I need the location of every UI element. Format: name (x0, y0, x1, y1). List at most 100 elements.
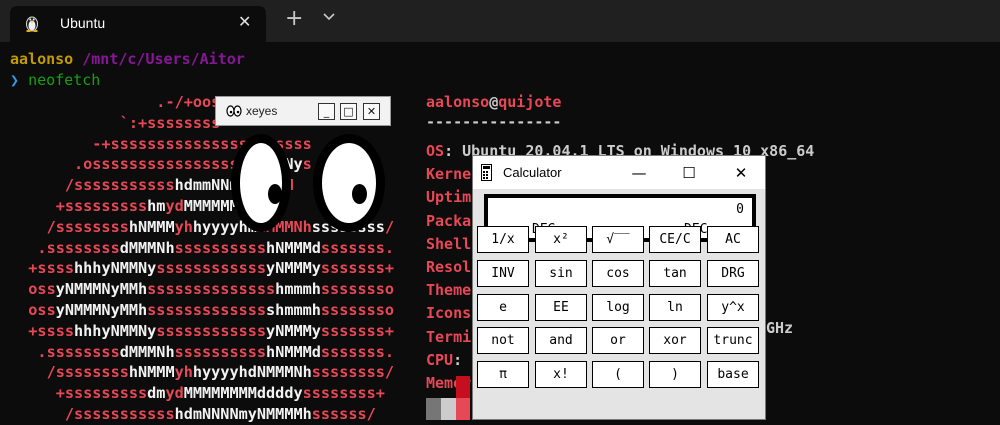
calc-key[interactable]: √‾‾ (592, 226, 644, 253)
calc-key[interactable]: π (477, 361, 529, 388)
calc-key[interactable]: and (535, 327, 587, 354)
logo-segment: ssssssssssssss (147, 280, 276, 299)
calc-key[interactable]: INV (477, 260, 529, 287)
calculator-close-button[interactable]: ✕ (721, 160, 761, 186)
logo-line: +sssshhhyNMMNyssssssssssssyNMMMysssssss+ (10, 322, 394, 340)
logo-segment: ssssssssssss (156, 259, 267, 278)
display-value: 0 (736, 202, 744, 217)
calc-key[interactable]: log (592, 294, 644, 321)
info-key: Kerne (426, 165, 472, 184)
logo-segment: yNMMMNyMMh (55, 300, 148, 319)
calculator-body: 0 DEG DEC 1/xx²√‾‾CE/CACINVsincostanDRGe… (473, 189, 765, 419)
terminal-command-line: ❯ neofetch (10, 71, 100, 89)
calculator-minimize-button[interactable]: — (619, 160, 659, 186)
logo-segment: yd (165, 196, 184, 215)
tab-ubuntu[interactable]: Ubuntu ✕ (10, 6, 266, 42)
logo-segment: ssssssso (320, 300, 395, 319)
logo-segment: hhhyNMMNy (74, 259, 157, 278)
tab-close-icon[interactable]: ✕ (238, 12, 251, 31)
info-key: Termi (426, 327, 472, 346)
logo-segment: ssssssso (320, 280, 395, 299)
color-block (426, 398, 441, 420)
logo-segment: hhhyNMMNy (74, 321, 157, 340)
neofetch-info-row: Termi (426, 328, 471, 346)
logo-line: .ssssssssdMMMNhsssssssssshNMMMdsssssss. (10, 343, 394, 361)
logo-segment: `:+ssssssss (10, 113, 221, 132)
xeyes-window: xeyes _ □ ✕ (215, 96, 391, 246)
logo-segment: oss (10, 300, 56, 319)
info-sep: : (444, 142, 463, 160)
logo-segment: hNMMM (128, 217, 175, 236)
neofetch-at: @ (489, 93, 499, 111)
calc-key[interactable]: CE/C (649, 226, 701, 253)
terminal-prompt-line: aalonso /mnt/c/Users/Aitor (10, 50, 245, 68)
neofetch-info-row: Uptim (426, 188, 471, 206)
logo-segment: ssssssss/ (311, 363, 395, 382)
calculator-titlebar[interactable]: Calculator — ☐ ✕ (473, 156, 765, 189)
logo-line: +sssssssssdmydMMMMMMMMddddyssssssss+ (10, 384, 385, 402)
new-tab-button[interactable]: + (285, 6, 303, 31)
prompt-user: aalonso (10, 50, 74, 68)
calc-key[interactable]: tan (649, 260, 701, 287)
calc-key[interactable]: not (477, 327, 529, 354)
logo-segment: yh (174, 217, 193, 236)
logo-segment: ssssssssssss (156, 321, 267, 340)
calc-key[interactable]: ( (592, 361, 644, 388)
logo-line: +sssshhhyNMMNyssssssssssssyNMMMysssssss+ (10, 259, 394, 277)
calc-key[interactable]: sin (535, 260, 587, 287)
calc-key[interactable]: e (477, 294, 529, 321)
terminal-command: neofetch (28, 71, 101, 89)
calc-key[interactable]: DRG (707, 260, 759, 287)
calculator-maximize-button[interactable]: ☐ (669, 160, 709, 186)
logo-segment: sssssss+ (320, 321, 395, 340)
logo-segment: .-/+oosss (10, 93, 239, 111)
logo-segment: +sssssssss (10, 384, 148, 403)
logo-segment: yNMMMNyMMh (55, 280, 148, 299)
logo-segment: dm (147, 384, 166, 403)
calc-key[interactable]: trunc (707, 327, 759, 354)
calc-key[interactable]: base (707, 361, 759, 388)
logo-line: +ssssssssshmydMMMMMM (10, 197, 239, 215)
xeyes-minimize-button[interactable]: _ (318, 103, 335, 120)
info-key: Icons (426, 304, 472, 323)
tab-bar: Ubuntu ✕ + (0, 0, 1000, 42)
neofetch-separator: --------------- (426, 113, 562, 131)
logo-segment: hmmmh (275, 280, 321, 299)
logo-segment: /ssssssss (10, 363, 129, 382)
xeyes-titlebar[interactable]: xeyes _ □ ✕ (215, 96, 391, 126)
color-block (456, 376, 470, 398)
logo-segment: ssssss/ (311, 404, 376, 423)
calc-key[interactable]: cos (592, 260, 644, 287)
calc-key[interactable]: ) (649, 361, 701, 388)
calc-key[interactable]: or (592, 327, 644, 354)
calc-key[interactable]: ln (649, 294, 701, 321)
xeyes-maximize-button[interactable]: □ (340, 103, 357, 120)
logo-segment: ssssssssss (174, 342, 267, 361)
calc-key[interactable]: EE (535, 294, 587, 321)
logo-line: .-/+oosss (10, 93, 239, 111)
info-sep: : (453, 350, 472, 369)
calc-key[interactable]: xor (649, 327, 701, 354)
calc-key[interactable]: 1/x (477, 226, 529, 253)
neofetch-user: aalonso (426, 93, 490, 111)
calc-key[interactable]: x! (535, 361, 587, 388)
info-key: Resol (426, 258, 472, 276)
neofetch-info-row: Icons (426, 304, 471, 322)
logo-segment: MMMMMMMMddddy (183, 384, 303, 403)
logo-segment: yd (165, 384, 184, 403)
logo-segment: sssssss+ (320, 259, 395, 278)
calc-key[interactable]: AC (707, 226, 759, 253)
linux-tux-icon (26, 16, 38, 32)
calc-key[interactable]: y^x (707, 294, 759, 321)
xeyes-close-button[interactable]: ✕ (363, 103, 380, 120)
logo-segment: hdmNNNNmyNMMMMh (174, 404, 312, 423)
logo-segment: yh (174, 363, 193, 382)
neofetch-info-row: Kerne (426, 165, 471, 183)
logo-segment: .ssssssss (10, 238, 120, 257)
chevron-down-icon[interactable] (322, 12, 336, 22)
xeyes-app-icon (226, 105, 242, 117)
calc-key[interactable]: x² (535, 226, 587, 253)
neofetch-info-row: Theme (426, 281, 471, 299)
neofetch-color-blocks (426, 376, 470, 420)
logo-segment: dMMMNh (119, 342, 175, 361)
